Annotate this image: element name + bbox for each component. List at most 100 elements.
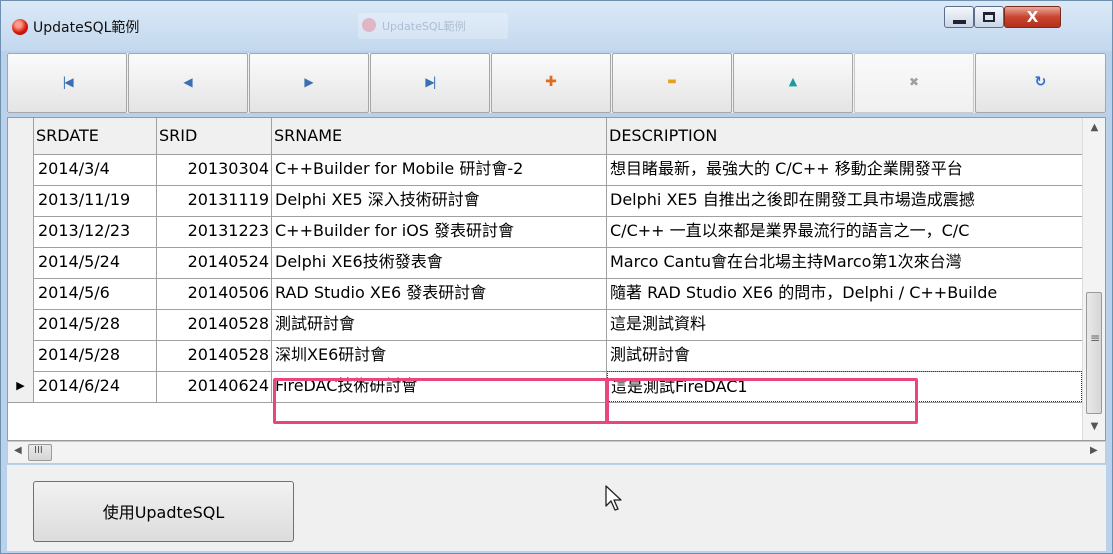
nav-prior-button[interactable]: ◀ — [128, 53, 248, 113]
cell-description-editing[interactable]: 這是測試FireDAC1 — [607, 371, 1082, 402]
cell-description[interactable]: 隨著 RAD Studio XE6 的問市，Delphi / C++Builde — [607, 278, 1082, 309]
app-icon — [12, 19, 28, 35]
cancel-x-icon: ✖ — [908, 75, 920, 89]
last-record-icon: ▶| — [425, 75, 436, 89]
vertical-scroll-thumb[interactable] — [1086, 292, 1102, 414]
background-window-ghost: UpdateSQL範例 — [358, 13, 508, 39]
window-title: UpdateSQL範例 — [33, 20, 140, 36]
horizontal-grip-icon: III — [34, 445, 43, 456]
cell-srname[interactable]: 測試研討會 — [272, 309, 607, 340]
cell-srid[interactable]: 20140528 — [157, 309, 272, 340]
cell-srname[interactable]: RAD Studio XE6 發表研討會 — [272, 278, 607, 309]
scroll-right-icon[interactable]: ▶ — [1090, 445, 1098, 456]
ghost-app-icon — [362, 18, 376, 32]
nav-refresh-button[interactable]: ↻ — [975, 53, 1106, 113]
table-row[interactable]: 2014/5/6 20140506 RAD Studio XE6 發表研討會 隨… — [8, 278, 1082, 310]
table-row[interactable]: 2013/11/19 20131119 Delphi XE5 深入技術研討會 D… — [8, 185, 1082, 217]
app-window: UpdateSQL範例 UpdateSQL範例 X |◀ ◀ ▶ ▶| ✚ ▬ … — [0, 0, 1113, 554]
use-updatesql-button[interactable]: 使用UpadteSQL — [33, 481, 294, 542]
bottom-panel: 使用UpadteSQL — [7, 465, 1106, 551]
cell-srid[interactable]: 20140506 — [157, 278, 272, 309]
minus-icon: ▬ — [667, 76, 677, 87]
cell-srid[interactable]: 20140528 — [157, 340, 272, 371]
cell-srname[interactable]: 深圳XE6研討會 — [272, 340, 607, 371]
vertical-grip-icon: ≡ — [1090, 331, 1101, 345]
row-indicator — [8, 185, 34, 216]
ghost-window-title: UpdateSQL範例 — [382, 20, 466, 33]
table-row[interactable]: 2014/5/24 20140524 Delphi XE6技術發表會 Marco… — [8, 247, 1082, 279]
db-navigator: |◀ ◀ ▶ ▶| ✚ ▬ ▲ ✖ ↻ — [7, 53, 1106, 113]
cell-srdate[interactable]: 2013/12/23 — [34, 216, 157, 247]
plus-icon: ✚ — [545, 74, 557, 90]
column-header-srid[interactable]: SRID — [157, 118, 272, 154]
close-button[interactable]: X — [1004, 6, 1061, 28]
row-indicator — [8, 216, 34, 247]
cell-description[interactable]: 這是測試資料 — [607, 309, 1082, 340]
scroll-down-icon[interactable]: ▼ — [1083, 421, 1105, 432]
row-indicator — [8, 154, 34, 185]
horizontal-scroll-thumb[interactable]: III — [28, 444, 52, 461]
table-row[interactable]: 2014/5/28 20140528 深圳XE6研討會 測試研討會 — [8, 340, 1082, 372]
cell-description[interactable]: Delphi XE5 自推出之後即在開發工具市場造成震撼 — [607, 185, 1082, 216]
column-header-srname[interactable]: SRNAME — [272, 118, 607, 154]
table-row[interactable]: 2014/5/28 20140528 測試研討會 這是測試資料 — [8, 309, 1082, 341]
column-header-description[interactable]: DESCRIPTION — [607, 118, 1082, 154]
cell-srname[interactable]: C++Builder for Mobile 研討會-2 — [272, 154, 607, 185]
vertical-scrollbar[interactable]: ▲ ≡ ▼ — [1082, 118, 1105, 440]
cell-srdate[interactable]: 2014/5/24 — [34, 247, 157, 278]
cell-srdate[interactable]: 2014/5/28 — [34, 340, 157, 371]
post-triangle-icon: ▲ — [788, 75, 798, 88]
column-header-srdate[interactable]: SRDATE — [34, 118, 157, 154]
cell-srname[interactable]: Delphi XE6技術發表會 — [272, 247, 607, 278]
nav-next-button[interactable]: ▶ — [249, 53, 369, 113]
nav-last-button[interactable]: ▶| — [370, 53, 490, 113]
maximize-button[interactable] — [974, 6, 1004, 28]
refresh-icon: ↻ — [1034, 74, 1047, 90]
nav-cancel-button[interactable]: ✖ — [854, 53, 974, 113]
cell-srid[interactable]: 20130304 — [157, 154, 272, 185]
cell-srdate[interactable]: 2013/11/19 — [34, 185, 157, 216]
cell-srid[interactable]: 20140524 — [157, 247, 272, 278]
maximize-icon — [983, 12, 995, 22]
row-indicator — [8, 309, 34, 340]
row-indicator — [8, 340, 34, 371]
nav-delete-button[interactable]: ▬ — [612, 53, 732, 113]
current-row-indicator-icon: ▶ — [8, 371, 34, 402]
cell-srdate[interactable]: 2014/5/6 — [34, 278, 157, 309]
cell-description[interactable]: 想目睹最新，最強大的 C/C++ 移動企業開發平台 — [607, 154, 1082, 185]
cell-srdate[interactable]: 2014/3/4 — [34, 154, 157, 185]
nav-first-button[interactable]: |◀ — [7, 53, 127, 113]
scroll-up-icon[interactable]: ▲ — [1083, 122, 1105, 133]
table-row[interactable]: 2013/12/23 20131223 C++Builder for iOS 發… — [8, 216, 1082, 248]
row-indicator — [8, 247, 34, 278]
table-row[interactable]: 2014/3/4 20130304 C++Builder for Mobile … — [8, 154, 1082, 186]
cell-srid[interactable]: 20131223 — [157, 216, 272, 247]
cell-srname[interactable]: C++Builder for iOS 發表研討會 — [272, 216, 607, 247]
cell-srname[interactable]: Delphi XE5 深入技術研討會 — [272, 185, 607, 216]
nav-insert-button[interactable]: ✚ — [491, 53, 611, 113]
close-icon: X — [1026, 8, 1039, 26]
row-indicator — [8, 278, 34, 309]
first-record-icon: |◀ — [62, 75, 73, 89]
grid-header: SRDATE SRID SRNAME DESCRIPTION — [8, 118, 1082, 155]
scroll-left-icon[interactable]: ◀ — [14, 445, 22, 456]
next-record-icon: ▶ — [304, 75, 314, 89]
table-row-current[interactable]: ▶ 2014/6/24 20140624 FireDAC技術研討會 這是測試Fi… — [8, 371, 1082, 403]
cell-srid[interactable]: 20131119 — [157, 185, 272, 216]
cell-description[interactable]: 測試研討會 — [607, 340, 1082, 371]
cell-srid[interactable]: 20140624 — [157, 371, 272, 402]
nav-post-button[interactable]: ▲ — [733, 53, 853, 113]
minimize-button[interactable] — [944, 6, 974, 28]
mouse-cursor-icon — [605, 485, 622, 511]
title-bar[interactable]: UpdateSQL範例 UpdateSQL範例 X — [1, 1, 1112, 51]
horizontal-scrollbar[interactable]: ◀ III ▶ — [7, 441, 1106, 464]
cell-srdate[interactable]: 2014/6/24 — [34, 371, 157, 402]
db-grid[interactable]: SRDATE SRID SRNAME DESCRIPTION 2014/3/4 … — [7, 117, 1106, 441]
cell-srdate[interactable]: 2014/5/28 — [34, 309, 157, 340]
minimize-icon — [953, 20, 966, 24]
prior-record-icon: ◀ — [183, 75, 193, 89]
cell-description[interactable]: C/C++ 一直以來都是業界最流行的語言之一，C/C — [607, 216, 1082, 247]
cell-description[interactable]: Marco Cantu會在台北場主持Marco第1次來台灣 — [607, 247, 1082, 278]
header-indicator-cell — [8, 118, 34, 154]
cell-srname[interactable]: FireDAC技術研討會 — [272, 371, 607, 402]
